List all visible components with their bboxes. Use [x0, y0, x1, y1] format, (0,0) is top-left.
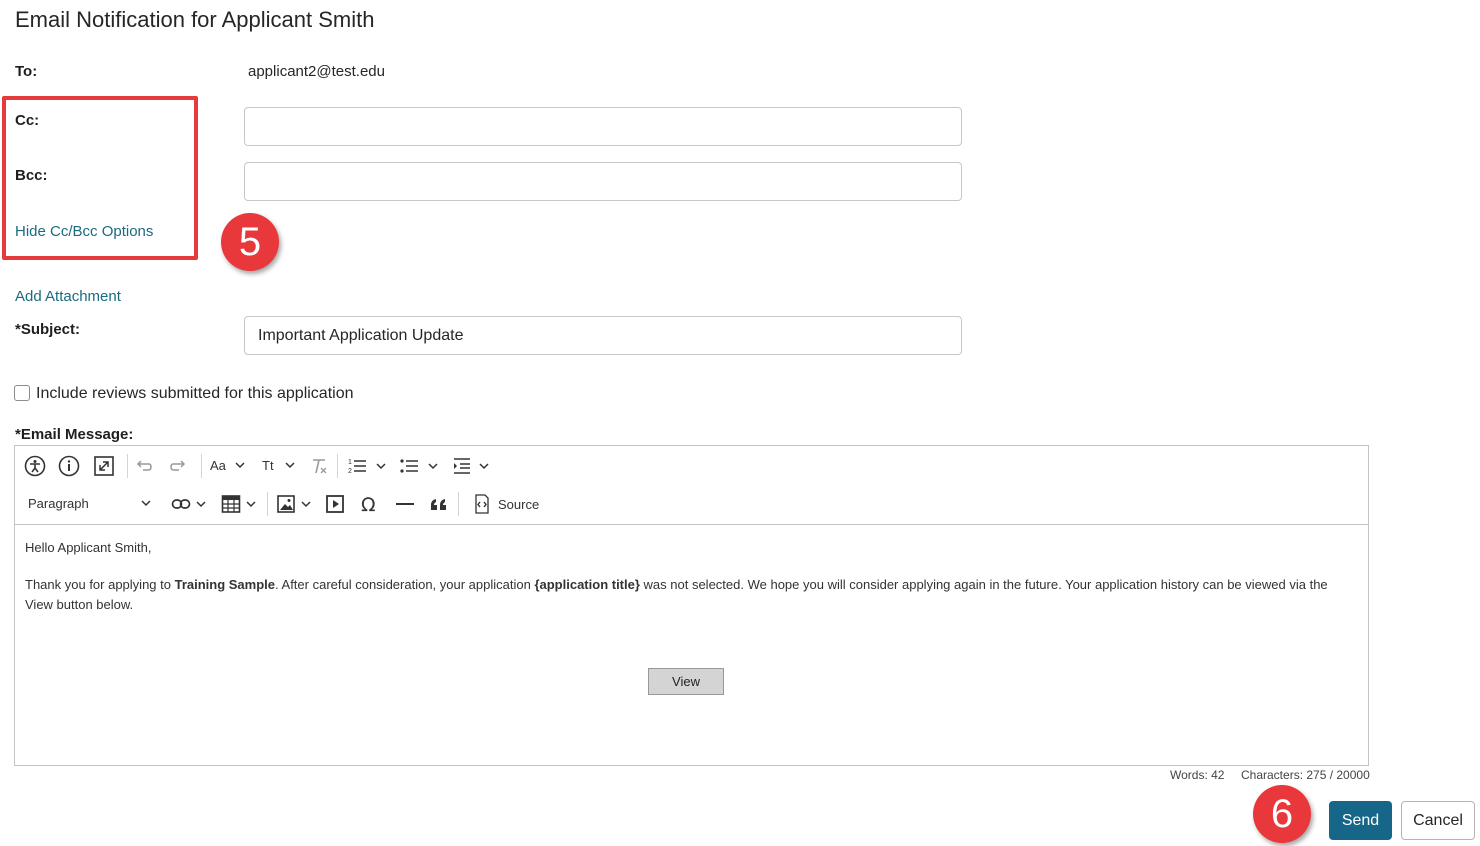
- redo-icon[interactable]: [169, 458, 187, 474]
- rich-text-editor[interactable]: Aa Tt 12 Paragraph Ω Source Hello Applic…: [14, 445, 1369, 766]
- accessibility-icon[interactable]: [24, 455, 46, 477]
- font-size-icon[interactable]: Aa: [210, 457, 248, 473]
- toolbar-divider: [127, 454, 128, 478]
- toolbar-divider: [201, 454, 202, 478]
- subject-input[interactable]: [244, 316, 962, 355]
- program-name: Training Sample: [174, 577, 276, 592]
- include-reviews-checkbox[interactable]: [14, 385, 30, 401]
- chevron-down-icon: [196, 501, 206, 508]
- greeting-text: Hello Applicant Smith,: [25, 540, 152, 555]
- subject-label: *Subject:: [15, 321, 81, 338]
- character-count: Characters: 275 / 20000: [1241, 768, 1370, 782]
- toolbar-divider: [267, 492, 268, 516]
- toolbar-divider: [337, 454, 338, 478]
- remove-format-icon[interactable]: [309, 456, 329, 476]
- send-button[interactable]: Send: [1329, 801, 1392, 840]
- body-text: Thank you for applying to: [25, 577, 175, 592]
- text-transform-label: Tt: [262, 457, 274, 473]
- include-reviews-label: Include reviews submitted for this appli…: [36, 385, 354, 402]
- undo-icon[interactable]: [135, 458, 153, 474]
- svg-text:1: 1: [348, 459, 352, 466]
- fullscreen-icon[interactable]: [93, 455, 115, 477]
- font-size-label: Aa: [210, 457, 226, 473]
- svg-text:2: 2: [348, 468, 352, 475]
- add-attachment-link[interactable]: Add Attachment: [15, 288, 121, 305]
- chevron-down-icon: [428, 463, 438, 470]
- table-icon[interactable]: [221, 494, 259, 514]
- chevron-down-icon: [235, 462, 245, 469]
- source-label: Source: [498, 496, 540, 512]
- chevron-down-icon: [376, 463, 386, 470]
- indent-icon[interactable]: [452, 456, 492, 476]
- to-value: applicant2@test.edu: [248, 63, 385, 80]
- source-icon[interactable]: Source: [472, 494, 539, 514]
- svg-text:Ω: Ω: [361, 494, 376, 514]
- block-format-select[interactable]: Paragraph: [28, 495, 154, 511]
- horizontal-line-icon[interactable]: [395, 494, 415, 514]
- editor-content[interactable]: Hello Applicant Smith, Thank you for app…: [25, 538, 1348, 632]
- application-title-token: {application title}: [534, 577, 640, 592]
- body-paragraph: Thank you for applying to Training Sampl…: [25, 575, 1348, 615]
- toolbar-divider: [458, 492, 459, 516]
- text-transform-icon[interactable]: Tt: [262, 457, 298, 473]
- link-icon[interactable]: [171, 494, 209, 514]
- blockquote-icon[interactable]: [429, 494, 449, 514]
- word-count: Words: 42: [1170, 768, 1225, 782]
- special-char-icon[interactable]: Ω: [360, 494, 380, 514]
- cancel-button[interactable]: Cancel: [1401, 801, 1475, 840]
- bulleted-list-icon[interactable]: [399, 456, 441, 476]
- media-icon[interactable]: [325, 494, 345, 514]
- chevron-down-icon: [479, 463, 489, 470]
- chevron-down-icon: [301, 501, 311, 508]
- info-icon[interactable]: [58, 455, 80, 477]
- chevron-down-icon: [141, 500, 151, 507]
- highlight-box: [2, 96, 198, 260]
- callout-step-6: 6: [1253, 785, 1311, 843]
- callout-step-5: 5: [221, 213, 279, 271]
- toolbar-divider: [15, 524, 1368, 525]
- cc-input[interactable]: [244, 107, 962, 146]
- email-message-label: *Email Message:: [15, 426, 134, 443]
- chevron-down-icon: [246, 501, 256, 508]
- image-icon[interactable]: [276, 494, 314, 514]
- view-button[interactable]: View: [648, 668, 724, 695]
- body-text: . After careful consideration, your appl…: [275, 577, 535, 592]
- to-label: To:: [15, 63, 38, 80]
- chevron-down-icon: [285, 462, 295, 469]
- numbered-list-icon[interactable]: 12: [347, 456, 389, 476]
- block-format-value: Paragraph: [28, 495, 89, 511]
- page-title: Email Notification for Applicant Smith: [15, 7, 375, 32]
- bcc-input[interactable]: [244, 162, 962, 201]
